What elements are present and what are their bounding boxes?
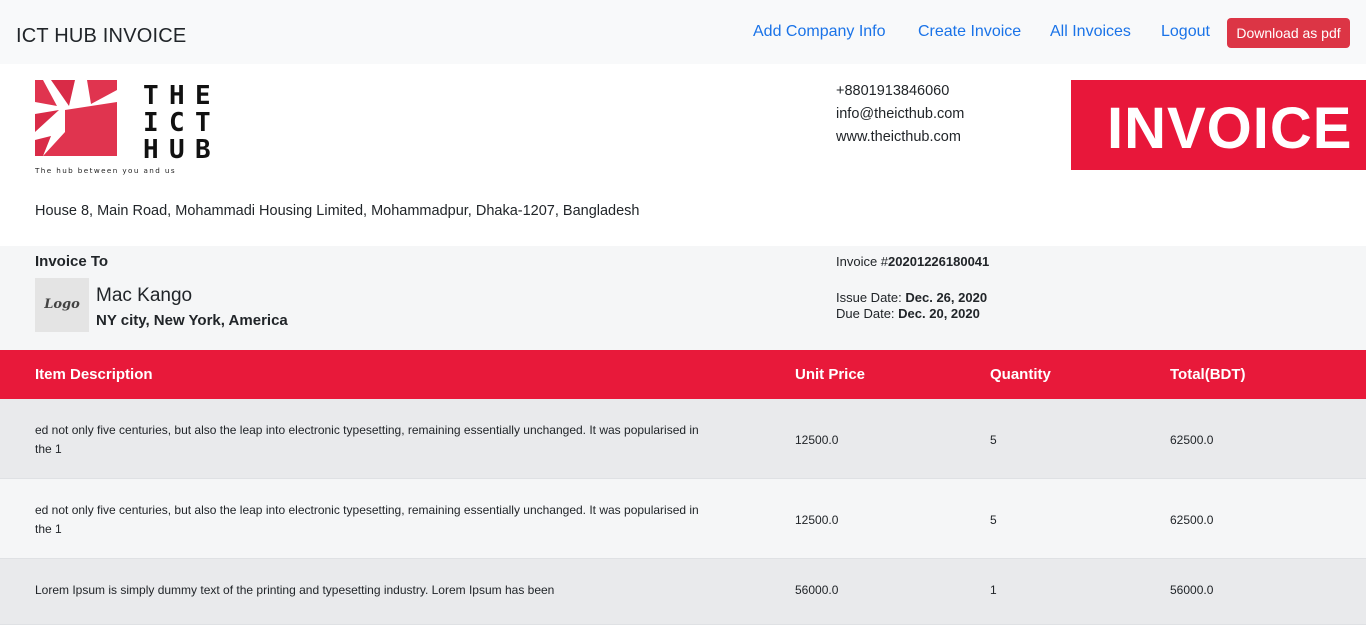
logo-letter: H [143,135,159,165]
logo-letter: T [195,108,211,138]
item-quantity: 5 [990,513,997,527]
item-description-line: the 1 [35,442,62,456]
due-date: Due Date: Dec. 20, 2020 [836,306,980,321]
item-description: ed not only five centuries, but also the… [35,501,770,539]
item-description-line: ed not only five centuries, but also the… [35,423,699,437]
table-row: Lorem Ipsum is simply dummy text of the … [0,559,1366,625]
ict-hub-logo-icon: T H E I C T H U B The hub between you an… [34,80,211,175]
logo-tagline: The hub between you and us [35,166,176,175]
nav-logout[interactable]: Logout [1161,23,1210,41]
nav-all-invoices[interactable]: All Invoices [1050,23,1131,41]
billing-section [0,246,1366,350]
item-unit-price: 12500.0 [795,433,839,447]
logo-letter: T [143,81,159,111]
due-date-label: Due Date: [836,306,899,321]
header-quantity: Quantity [990,366,1051,383]
logo-letter: C [169,108,185,138]
client-address: NY city, New York, America [96,312,288,329]
item-description: ed not only five centuries, but also the… [35,421,770,459]
nav-create-invoice[interactable]: Create Invoice [918,23,1021,41]
logo-letter: B [195,135,211,165]
company-logo: T H E I C T H U B The hub between you an… [34,80,225,180]
top-navbar: ICT HUB INVOICE Add Company Info Create … [0,0,1366,64]
item-total: 62500.0 [1170,513,1214,527]
item-quantity: 1 [990,583,997,597]
header-unit-price: Unit Price [795,366,866,383]
invoice-number: Invoice #20201226180041 [836,254,989,269]
table-row: ed not only five centuries, but also the… [0,479,1366,559]
logo-letter: H [169,81,185,111]
item-total: 56000.0 [1170,583,1214,597]
client-logo: Logo [35,278,89,332]
item-description: Lorem Ipsum is simply dummy text of the … [35,581,770,600]
items-table-header [0,350,1366,399]
item-description-line: the 1 [35,522,62,536]
header-item-description: Item Description [35,366,153,383]
item-description-line: ed not only five centuries, but also the… [35,503,699,517]
item-unit-price: 56000.0 [795,583,839,597]
issue-date: Issue Date: Dec. 26, 2020 [836,290,987,305]
client-logo-text: Logo [44,297,80,312]
logo-letter: E [195,81,211,111]
company-email: info@theicthub.com [836,106,965,122]
issue-date-value: Dec. 26, 2020 [905,290,988,305]
company-address: House 8, Main Road, Mohammadi Housing Li… [35,203,640,219]
invoice-number-value: 20201226180041 [888,254,990,269]
item-total: 62500.0 [1170,433,1214,447]
logo-letter: I [143,108,159,138]
invoice-banner-title: INVOICE [1107,96,1353,161]
nav-add-company-info[interactable]: Add Company Info [753,23,886,41]
header-total: Total(BDT) [1170,366,1246,383]
brand-title[interactable]: ICT HUB INVOICE [16,25,186,48]
item-unit-price: 12500.0 [795,513,839,527]
item-description-line: Lorem Ipsum is simply dummy text of the … [35,583,555,597]
due-date-value: Dec. 20, 2020 [898,306,980,321]
client-name: Mac Kango [96,285,193,306]
issue-date-label: Issue Date: [836,290,906,305]
item-quantity: 5 [990,433,997,447]
invoice-number-label: Invoice # [836,254,889,269]
logo-letter: U [169,135,185,165]
invoice-to-label: Invoice To [35,253,109,270]
company-phone: +8801913846060 [836,83,950,99]
table-row: ed not only five centuries, but also the… [0,399,1366,479]
download-pdf-button[interactable]: Download as pdf [1227,18,1350,48]
company-website: www.theicthub.com [836,129,961,145]
